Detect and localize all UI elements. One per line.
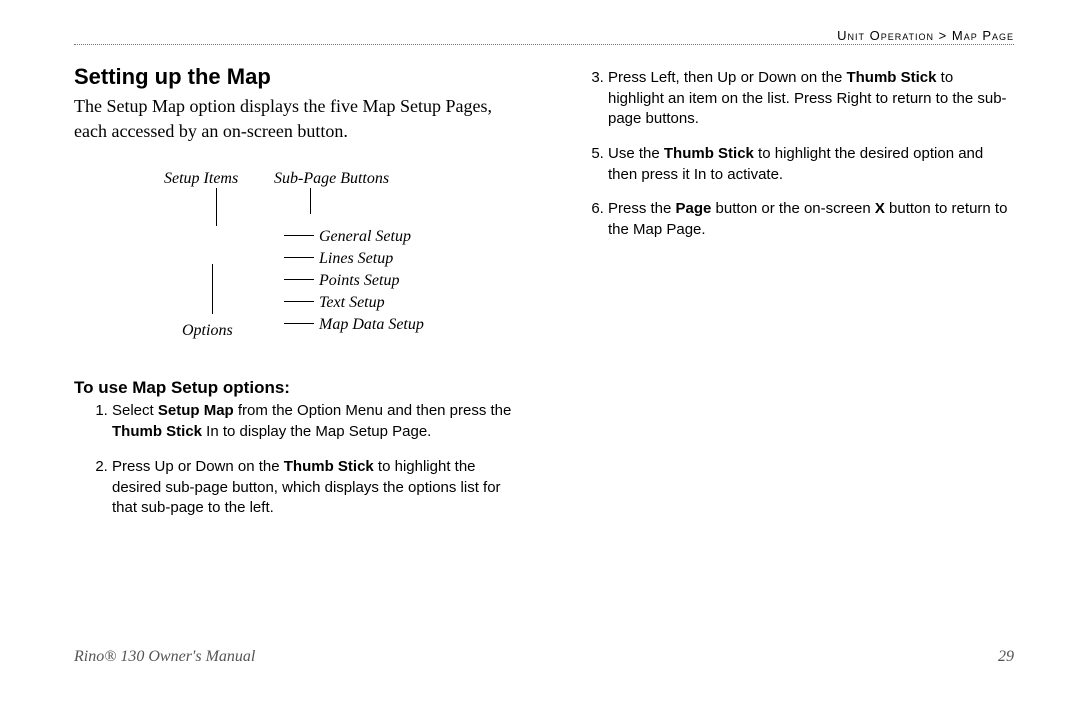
step-text-bold: Thumb Stick (664, 145, 754, 162)
step-text: Press the (608, 200, 676, 217)
breadcrumb-page: Map Page (952, 28, 1014, 43)
diagram-item-text: Text Setup (319, 292, 385, 314)
intro-paragraph: The Setup Map option displays the five M… (74, 94, 514, 144)
diagram-connector (216, 188, 217, 226)
step-item: Press the Page button or the on-screen X… (608, 199, 1010, 240)
diagram-connector (284, 279, 314, 280)
step-text: Press Left, then Up or Down on the (608, 69, 846, 86)
diagram-connector (284, 323, 314, 324)
diagram-connector (284, 257, 314, 258)
diagram-item-general: General Setup (319, 226, 411, 248)
step-text-bold: Page (676, 200, 712, 217)
footer-page-number: 29 (998, 648, 1014, 666)
step-text-bold: Setup Map (158, 402, 234, 419)
diagram-connector (212, 264, 213, 314)
diagram-connector (284, 235, 314, 236)
map-setup-diagram: Setup Items Sub-Page Buttons Options Gen… (94, 168, 514, 358)
step-text: Press Up or Down on the (112, 458, 284, 475)
diagram-connector (310, 188, 311, 214)
step-text: In to display the Map Setup Page. (202, 423, 431, 440)
divider-rule (74, 44, 1014, 45)
step-text-bold: X (875, 200, 885, 217)
step-text: button or the on-screen (711, 200, 874, 217)
step-item: Press Left, then Up or Down on the Thumb… (608, 68, 1010, 130)
step-text-bold: Thumb Stick (284, 458, 374, 475)
step-text-bold: Thumb Stick (846, 69, 936, 86)
steps-list-right: Press Left, then Up or Down on the Thumb… (570, 68, 1010, 241)
manual-page: Unit Operation > Map Page Setting up the… (0, 0, 1080, 702)
left-column: Setting up the Map The Setup Map option … (74, 62, 514, 533)
breadcrumb-sep: > (934, 28, 952, 43)
step-text-bold: Thumb Stick (112, 423, 202, 440)
diagram-item-mapdata: Map Data Setup (319, 314, 424, 336)
step-item: Use the Thumb Stick to highlight the des… (608, 144, 1010, 185)
steps-list-left: Select Setup Map from the Option Menu an… (74, 401, 514, 518)
diagram-label-subpage-buttons: Sub-Page Buttons (274, 168, 389, 190)
step-text: Use the (608, 145, 664, 162)
procedure-heading: To use Map Setup options: (74, 376, 514, 399)
step-text: from the Option Menu and then press the (234, 402, 512, 419)
footer-product: Rino® 130 Owner's Manual (74, 648, 255, 666)
section-title: Setting up the Map (74, 62, 514, 92)
breadcrumb: Unit Operation > Map Page (837, 28, 1014, 43)
step-item: Select Setup Map from the Option Menu an… (112, 401, 514, 442)
diagram-connector (284, 301, 314, 302)
step-item: Press Up or Down on the Thumb Stick to h… (112, 457, 514, 519)
breadcrumb-section: Unit Operation (837, 28, 934, 43)
diagram-label-options: Options (182, 320, 233, 342)
right-column: Press Left, then Up or Down on the Thumb… (570, 62, 1010, 255)
step-text: Select (112, 402, 158, 419)
diagram-item-lines: Lines Setup (319, 248, 393, 270)
diagram-label-setup-items: Setup Items (164, 168, 238, 190)
diagram-item-points: Points Setup (319, 270, 399, 292)
